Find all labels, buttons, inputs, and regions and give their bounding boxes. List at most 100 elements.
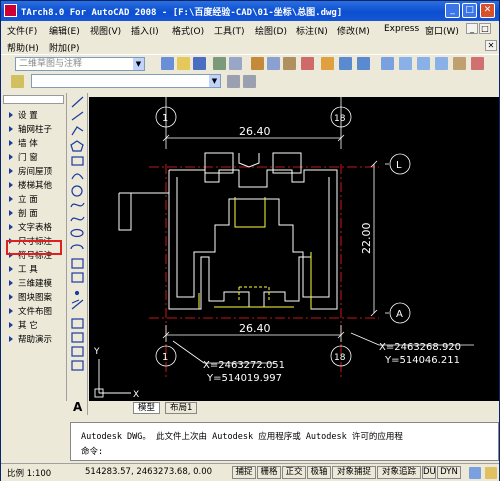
- menu-window[interactable]: 窗口(W): [425, 24, 459, 37]
- paste-icon[interactable]: [283, 57, 296, 70]
- print-icon[interactable]: [213, 57, 226, 70]
- menu-edit[interactable]: 编辑(E): [49, 24, 80, 37]
- menu-view[interactable]: 视图(V): [90, 24, 121, 37]
- match-properties-icon[interactable]: [301, 57, 314, 70]
- line-tool-icon[interactable]: [71, 96, 84, 108]
- zoom-previous-icon[interactable]: [435, 57, 448, 70]
- command-prompt[interactable]: 命令:: [81, 445, 103, 457]
- pan-icon[interactable]: [381, 57, 394, 70]
- menu-insert[interactable]: 插入(I): [131, 24, 159, 37]
- layer-previous-icon[interactable]: [243, 75, 256, 88]
- layer-dropdown[interactable]: ▼: [31, 74, 221, 88]
- palette-item-rooms-roofs[interactable]: 房间屋顶: [1, 165, 67, 177]
- polygon-icon[interactable]: [70, 140, 84, 152]
- scale-readout[interactable]: 比例 1:100: [7, 467, 51, 479]
- zoom-realtime-icon[interactable]: [399, 57, 412, 70]
- palette-item-stairs-other[interactable]: 楼梯其他: [1, 179, 67, 191]
- menu-draw[interactable]: 绘图(D): [255, 24, 287, 37]
- palette-item-doors-windows[interactable]: 门 窗: [1, 151, 67, 163]
- tray-lock-icon[interactable]: [485, 467, 497, 479]
- maximize-button[interactable]: □: [462, 3, 477, 18]
- palette-item-3d-modeling[interactable]: 三维建模: [1, 277, 67, 289]
- chevron-down-icon[interactable]: ▼: [209, 75, 220, 87]
- polar-toggle[interactable]: 极轴: [307, 466, 331, 479]
- rectangle-icon[interactable]: [71, 156, 84, 166]
- properties-icon[interactable]: [453, 57, 466, 70]
- grid-toggle[interactable]: 栅格: [257, 466, 281, 479]
- mtext-table-icon[interactable]: [71, 360, 84, 371]
- insert-block-icon[interactable]: [71, 258, 84, 269]
- chevron-down-icon[interactable]: ▼: [133, 58, 144, 70]
- point-icon[interactable]: [74, 290, 80, 296]
- new-icon[interactable]: [161, 57, 174, 70]
- otrack-toggle[interactable]: 对象追踪: [377, 466, 421, 479]
- menu-addons[interactable]: 附加(P): [49, 41, 79, 54]
- zoom-window-icon[interactable]: [417, 57, 430, 70]
- drawing-canvas[interactable]: 26.40 26.40 22.00 1 18 L 1 18 A X=246327…: [89, 97, 499, 401]
- palette-item-other[interactable]: 其 它: [1, 319, 67, 331]
- building-inner-wall: [176, 177, 330, 298]
- cut-icon[interactable]: [251, 57, 264, 70]
- copy-icon[interactable]: [267, 57, 280, 70]
- menu-dimension[interactable]: 标注(N): [296, 24, 328, 37]
- workspace-dropdown[interactable]: 二维草图与注释 ▼: [15, 57, 145, 71]
- save-icon[interactable]: [193, 57, 206, 70]
- title-bar[interactable]: TArch8.0 For AutoCAD 2008 - [F:\百度经验-CAD…: [1, 1, 499, 21]
- palette-item-tools[interactable]: 工 具: [1, 263, 67, 275]
- palette-item-text-tables[interactable]: 文字表格: [1, 221, 67, 233]
- doc-close-button[interactable]: ✕: [485, 40, 497, 51]
- osnap-toggle[interactable]: 对象捕捉: [332, 466, 376, 479]
- menu-tools[interactable]: 工具(T): [214, 24, 245, 37]
- dyn-toggle[interactable]: DYN: [437, 466, 461, 479]
- doc-minimize-button[interactable]: _: [466, 23, 478, 34]
- mtext-icon[interactable]: A: [73, 400, 83, 414]
- ellipse-icon[interactable]: [70, 228, 84, 238]
- palette-item-walls[interactable]: 墙 体: [1, 137, 67, 149]
- menu-help[interactable]: 帮助(H): [7, 41, 39, 54]
- hatch-icon[interactable]: [71, 299, 84, 310]
- palette-item-blocks-patterns[interactable]: 图块图案: [1, 291, 67, 303]
- gradient-icon[interactable]: [71, 318, 84, 329]
- menu-format[interactable]: 格式(O): [172, 24, 204, 37]
- preview-icon[interactable]: [229, 57, 242, 70]
- circle-icon[interactable]: [71, 185, 83, 197]
- construction-line-icon[interactable]: [71, 111, 84, 121]
- redo-icon[interactable]: [357, 57, 370, 70]
- palette-item-settings[interactable]: 设 置: [1, 109, 67, 121]
- polyline-icon[interactable]: [71, 126, 84, 136]
- menu-express[interactable]: Express: [384, 24, 419, 34]
- revcloud-icon[interactable]: [70, 202, 85, 208]
- make-current-layer-icon[interactable]: [227, 75, 240, 88]
- undo-icon[interactable]: [339, 57, 352, 70]
- menu-modify[interactable]: 修改(M): [337, 24, 370, 37]
- snap-toggle[interactable]: 捕捉: [232, 466, 256, 479]
- palette-header[interactable]: [3, 95, 64, 104]
- palette-item-section[interactable]: 剖 面: [1, 207, 67, 219]
- ortho-toggle[interactable]: 正交: [282, 466, 306, 479]
- brush-icon[interactable]: [321, 57, 334, 70]
- palette-item-file-layout[interactable]: 文件布图: [1, 305, 67, 317]
- table-icon[interactable]: [71, 346, 84, 357]
- command-window[interactable]: Autodesk DWG。 此文件上次由 Autodesk 应用程序或 Auto…: [70, 422, 499, 461]
- palette-item-axis-columns[interactable]: 轴网柱子: [1, 123, 67, 135]
- tab-layout1[interactable]: 布局1: [165, 402, 198, 414]
- close-button[interactable]: ✕: [480, 3, 495, 18]
- tray-settings-icon[interactable]: [469, 467, 481, 479]
- make-block-icon[interactable]: [71, 272, 84, 283]
- layer-manager-icon[interactable]: [11, 75, 24, 88]
- palette-item-help-demo[interactable]: 帮助演示: [1, 333, 67, 345]
- ducs-toggle[interactable]: DU: [422, 466, 436, 479]
- doc-restore-button[interactable]: □: [479, 23, 491, 34]
- menu-file[interactable]: 文件(F): [7, 24, 37, 37]
- ellipse-arc-icon[interactable]: [70, 244, 84, 250]
- palette-item-label: 文件布图: [18, 307, 53, 317]
- arc-icon[interactable]: [71, 173, 84, 180]
- palette-item-elevation[interactable]: 立 面: [1, 193, 67, 205]
- open-icon[interactable]: [177, 57, 190, 70]
- region-icon[interactable]: [71, 332, 84, 343]
- spline-icon[interactable]: [70, 216, 85, 222]
- design-center-icon[interactable]: [471, 57, 484, 70]
- command-history-line: Autodesk DWG。 此文件上次由 Autodesk 应用程序或 Auto…: [81, 432, 403, 442]
- minimize-button[interactable]: _: [445, 3, 460, 18]
- tab-model[interactable]: 模型: [133, 402, 161, 414]
